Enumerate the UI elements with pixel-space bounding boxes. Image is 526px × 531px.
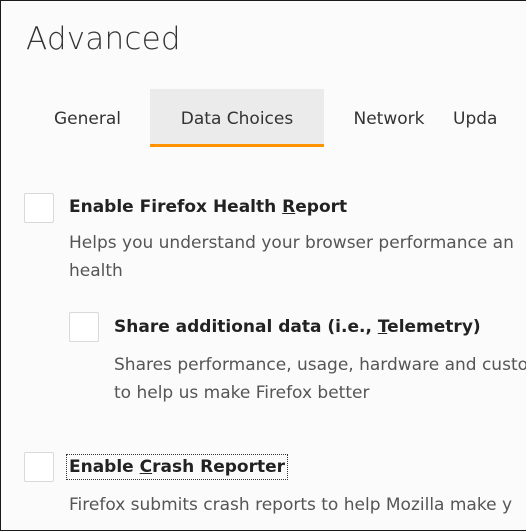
crash-reporter-description-line1: Firefox submits crash reports to help Mo… xyxy=(69,495,513,515)
health-report-label[interactable]: Enable Firefox Health Report xyxy=(69,197,347,217)
telemetry-label[interactable]: Share additional data (i.e., Telemetry) xyxy=(114,317,481,337)
tab-bar: General Data Choices Network Upda xyxy=(1,89,526,147)
telemetry-checkbox[interactable] xyxy=(69,312,99,342)
crash-reporter-label[interactable]: Enable Crash Reporter xyxy=(65,454,289,480)
telemetry-description-line1: Shares performance, usage, hardware and … xyxy=(114,355,526,375)
health-report-description-line2: health xyxy=(69,261,123,281)
crash-reporter-description: Firefox submits crash reports to help Mo… xyxy=(69,491,526,519)
health-report-checkbox[interactable] xyxy=(24,193,54,223)
tab-general[interactable]: General xyxy=(34,89,141,147)
telemetry-description: Shares performance, usage, hardware and … xyxy=(114,351,526,407)
telemetry-description-line2: to help us make Firefox better xyxy=(114,383,370,403)
page-title: Advanced xyxy=(26,21,181,57)
health-report-description-line1: Helps you understand your browser perfor… xyxy=(69,233,514,253)
tab-update[interactable]: Upda xyxy=(453,89,526,147)
tab-network[interactable]: Network xyxy=(333,89,445,147)
tab-data-choices[interactable]: Data Choices xyxy=(150,89,324,147)
crash-reporter-checkbox[interactable] xyxy=(24,452,54,482)
health-report-description: Helps you understand your browser perfor… xyxy=(69,229,526,285)
preferences-window: Advanced General Data Choices Network Up… xyxy=(0,0,526,531)
